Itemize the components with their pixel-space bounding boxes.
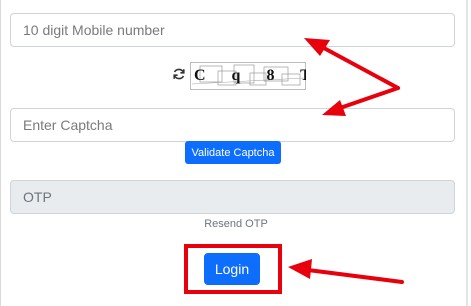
captcha-input[interactable] bbox=[10, 108, 455, 142]
login-button[interactable]: Login bbox=[204, 253, 260, 285]
otp-input[interactable] bbox=[10, 180, 455, 214]
validate-captcha-button[interactable]: Validate Captcha bbox=[185, 141, 281, 164]
refresh-icon[interactable] bbox=[172, 67, 186, 81]
annotation-arrow-login bbox=[288, 259, 404, 284]
captcha-code-text: C q 8 T Y 1 bbox=[194, 67, 306, 84]
captcha-image: C q 8 T Y 1 bbox=[190, 62, 306, 90]
panel-right-border bbox=[466, 0, 468, 306]
login-form-panel: C q 8 T Y 1 Validate Captcha Resend OTP … bbox=[0, 0, 471, 306]
resend-otp-link[interactable]: Resend OTP bbox=[196, 218, 276, 230]
panel-left-border bbox=[0, 0, 1, 306]
mobile-number-input[interactable] bbox=[10, 13, 455, 47]
